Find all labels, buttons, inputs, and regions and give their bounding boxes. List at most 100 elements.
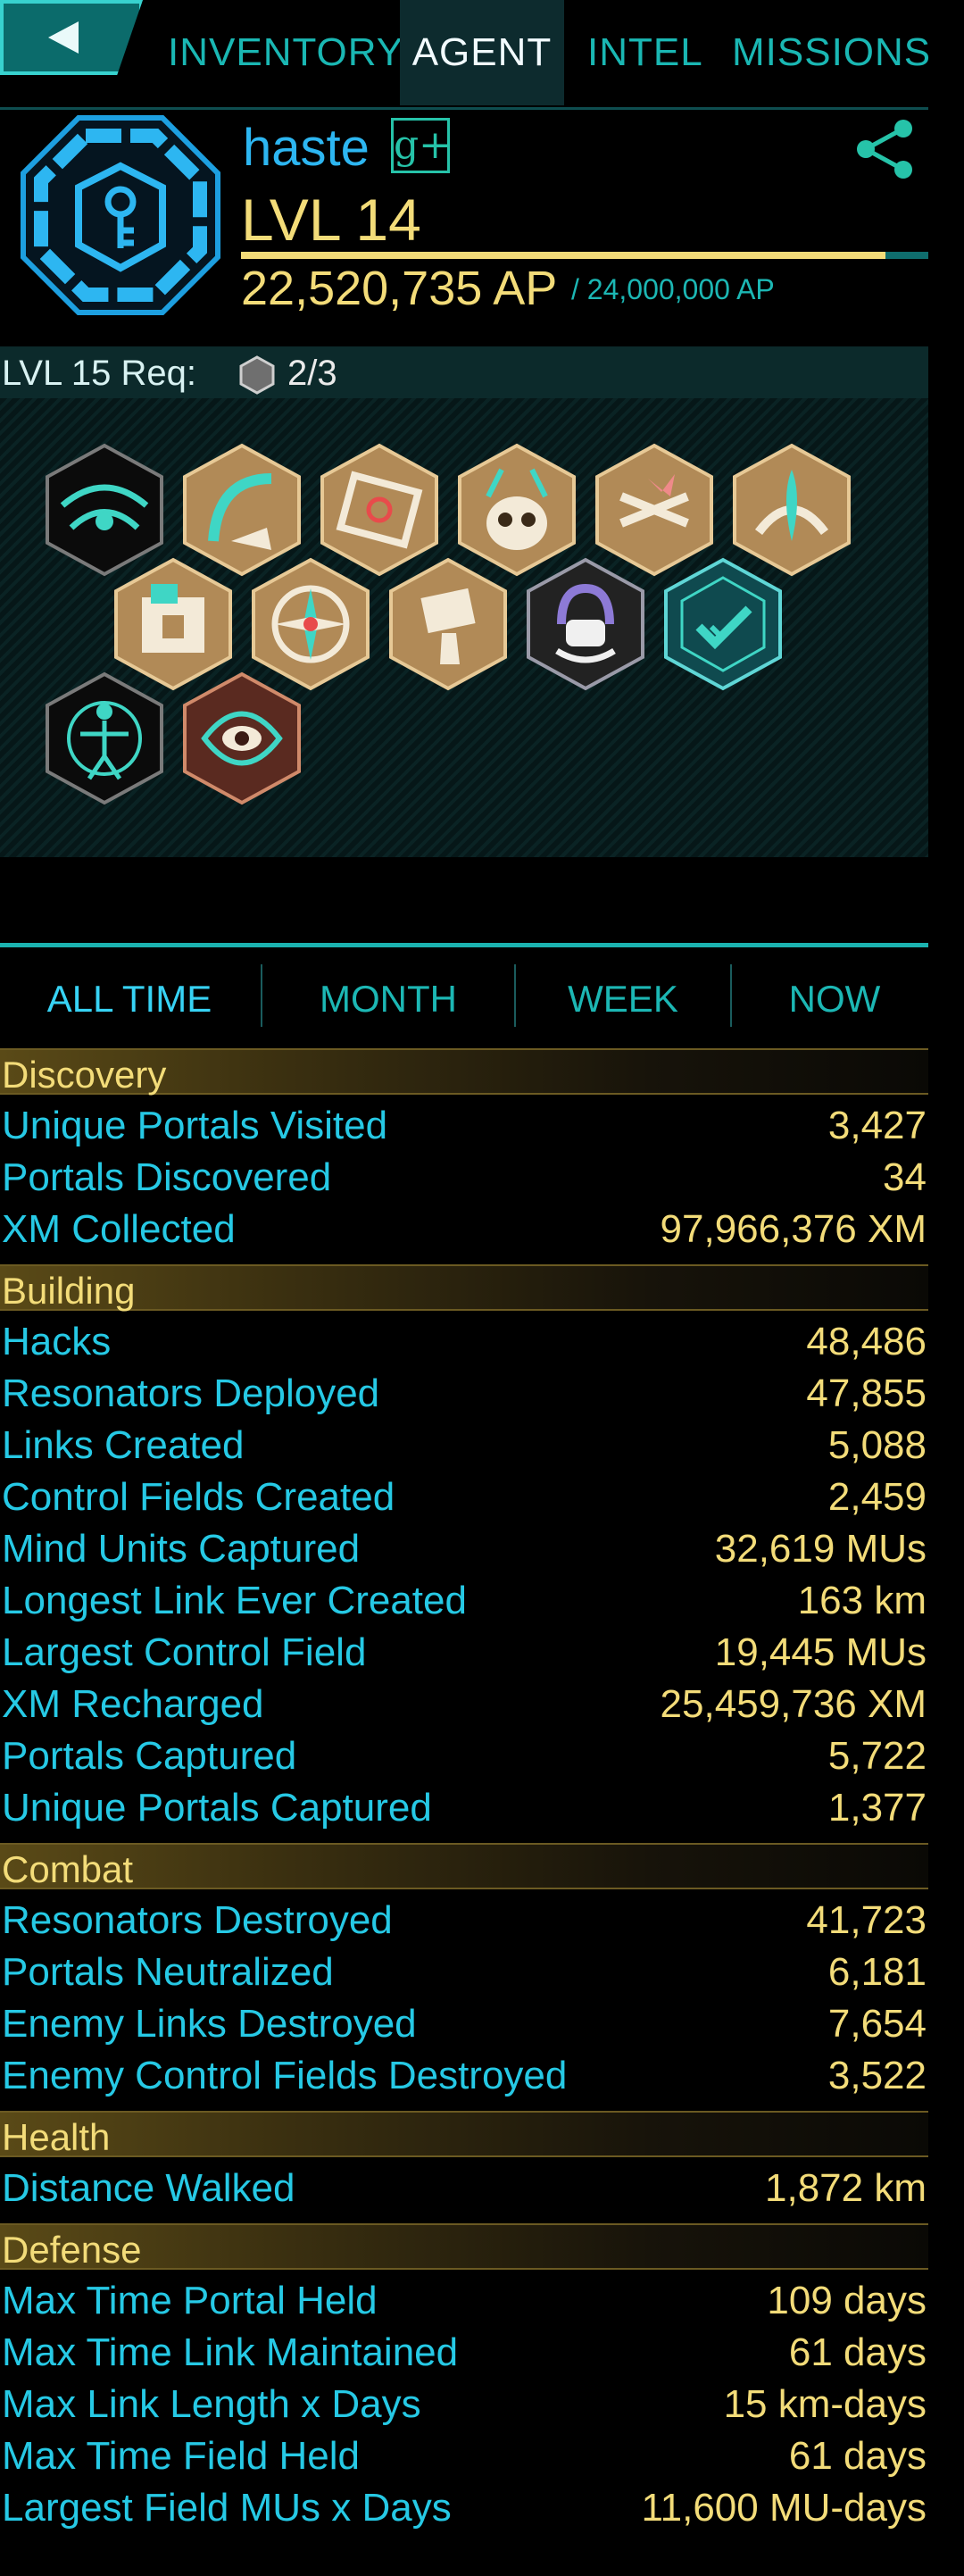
- stat-row: Portals Discovered 34: [0, 1150, 928, 1202]
- innovator-badge[interactable]: [45, 671, 164, 805]
- google-plus-button[interactable]: g+: [391, 118, 452, 173]
- stat-value: 3,522: [827, 2054, 927, 2097]
- seer-badge[interactable]: [182, 671, 302, 805]
- tab-intel[interactable]: INTEL: [587, 0, 703, 105]
- stat-value: 32,619 MUs: [714, 1527, 927, 1571]
- stat-label: Portals Discovered: [2, 1155, 332, 1199]
- stat-row: Largest Field MUs x Days 11,600 MU-days: [0, 2480, 928, 2532]
- stat-value: 5,722: [827, 1734, 927, 1778]
- stat-row: Max Time Link Maintained 61 days: [0, 2325, 928, 2377]
- section-title: Building: [2, 1270, 136, 1312]
- tab-all-time[interactable]: ALL TIME: [0, 968, 259, 1030]
- requirements-value: 2/3: [287, 354, 337, 393]
- back-button[interactable]: [0, 0, 143, 75]
- stat-value: 6,181: [827, 1950, 927, 1994]
- stat-value: 15 km-days: [723, 2382, 927, 2426]
- agent-name: haste: [243, 119, 370, 177]
- section-title: Combat: [2, 1848, 134, 1890]
- liberator-badge[interactable]: [663, 557, 783, 691]
- stat-label: XM Recharged: [2, 1682, 264, 1726]
- tab-now[interactable]: NOW: [732, 968, 937, 1030]
- stat-value: 7,654: [827, 2002, 927, 2046]
- stat-row: Resonators Destroyed 41,723: [0, 1893, 928, 1945]
- stat-label: Max Time Link Maintained: [2, 2330, 459, 2374]
- stat-value: 47,855: [806, 1371, 927, 1415]
- stat-value: 61 days: [788, 2330, 927, 2374]
- hacker-badge[interactable]: [388, 557, 508, 691]
- stat-row: Largest Control Field 19,445 MUs: [0, 1625, 928, 1677]
- stat-row: Portals Neutralized 6,181: [0, 1945, 928, 1997]
- stat-label: Max Link Length x Days: [2, 2382, 421, 2426]
- stat-label: Max Time Portal Held: [2, 2279, 378, 2322]
- stat-row: Hacks 48,486: [0, 1314, 928, 1366]
- stat-row: Links Created 5,088: [0, 1418, 928, 1470]
- stat-row: XM Recharged 25,459,736 XM: [0, 1677, 928, 1729]
- stat-row: Control Fields Created 2,459: [0, 1470, 928, 1521]
- stat-label: Unique Portals Captured: [2, 1786, 432, 1830]
- tab-week[interactable]: WEEK: [516, 968, 730, 1030]
- stat-label: Distance Walked: [2, 2166, 295, 2210]
- stat-row: Max Time Field Held 61 days: [0, 2429, 928, 2480]
- stat-value: 19,445 MUs: [714, 1630, 927, 1674]
- stat-label: Hacks: [2, 1320, 112, 1363]
- tab-month[interactable]: MONTH: [262, 968, 514, 1030]
- section-title: Discovery: [2, 1054, 167, 1096]
- stat-row: Unique Portals Captured 1,377: [0, 1780, 928, 1832]
- section-title: Defense: [2, 2229, 142, 2271]
- agent-ap: 22,520,735 AP: [241, 262, 558, 315]
- stat-value: 41,723: [806, 1898, 927, 1942]
- section-header-discovery: Discovery: [0, 1048, 928, 1096]
- stat-row: Resonators Deployed 47,855: [0, 1366, 928, 1418]
- badge-panel: [0, 398, 928, 857]
- resistance-faction-icon: [21, 115, 220, 315]
- time-tabs-divider: [0, 943, 928, 947]
- tab-agent[interactable]: AGENT: [400, 0, 564, 105]
- stat-label: Resonators Deployed: [2, 1371, 380, 1415]
- tab-inventory[interactable]: INVENTORY: [168, 0, 403, 105]
- stat-label: Portals Captured: [2, 1734, 297, 1778]
- section-header-combat: Combat: [0, 1843, 928, 1890]
- level-progress-fill: [241, 252, 886, 259]
- onyx-medal-icon: [239, 355, 275, 395]
- share-icon[interactable]: [853, 118, 916, 180]
- stat-label: Max Time Field Held: [2, 2434, 361, 2478]
- stat-row: Max Time Portal Held 109 days: [0, 2273, 928, 2325]
- stat-row: Enemy Links Destroyed 7,654: [0, 1997, 928, 2048]
- stat-row: XM Collected 97,966,376 XM: [0, 1202, 928, 1254]
- stat-row: Distance Walked 1,872 km: [0, 2161, 928, 2213]
- level-progress-bar: [241, 252, 928, 259]
- stat-value: 2,459: [827, 1475, 927, 1519]
- stat-label: Largest Field MUs x Days: [2, 2486, 452, 2530]
- stat-value: 163 km: [797, 1579, 927, 1622]
- stat-label: Enemy Links Destroyed: [2, 2002, 417, 2046]
- stat-label: Links Created: [2, 1423, 245, 1467]
- section-header-building: Building: [0, 1264, 928, 1312]
- stat-label: Longest Link Ever Created: [2, 1579, 467, 1622]
- stat-value: 34: [883, 1155, 927, 1199]
- back-arrow-icon: [48, 21, 79, 54]
- section-header-health: Health: [0, 2111, 928, 2158]
- stat-label: Control Fields Created: [2, 1475, 395, 1519]
- stat-row: Max Link Length x Days 15 km-days: [0, 2377, 928, 2429]
- tab-missions[interactable]: MISSIONS: [732, 0, 931, 105]
- level-requirements-bar: LVL 15 Req: 2/3: [0, 346, 928, 398]
- stat-label: Resonators Destroyed: [2, 1898, 393, 1942]
- agent-level: LVL 14: [241, 187, 421, 253]
- stat-value: 48,486: [806, 1320, 927, 1363]
- stat-value: 25,459,736 XM: [660, 1682, 927, 1726]
- stat-value: 3,427: [827, 1104, 927, 1147]
- stat-row: Longest Link Ever Created 163 km: [0, 1573, 928, 1625]
- stat-value: 5,088: [827, 1423, 927, 1467]
- section-title: Health: [2, 2116, 111, 2158]
- requirements-label: LVL 15 Req:: [2, 354, 196, 393]
- stat-value: 97,966,376 XM: [660, 1207, 927, 1251]
- agent-ap-max: / 24,000,000 AP: [571, 273, 775, 305]
- stat-row: Mind Units Captured 32,619 MUs: [0, 1521, 928, 1573]
- stat-row: Enemy Control Fields Destroyed 3,522: [0, 2048, 928, 2100]
- stat-row: Portals Captured 5,722: [0, 1729, 928, 1780]
- recharger-badge[interactable]: [526, 557, 645, 691]
- stat-label: Unique Portals Visited: [2, 1104, 388, 1147]
- stat-value: 1,377: [827, 1786, 927, 1830]
- stat-row: Unique Portals Visited 3,427: [0, 1098, 928, 1150]
- stat-value: 61 days: [788, 2434, 927, 2478]
